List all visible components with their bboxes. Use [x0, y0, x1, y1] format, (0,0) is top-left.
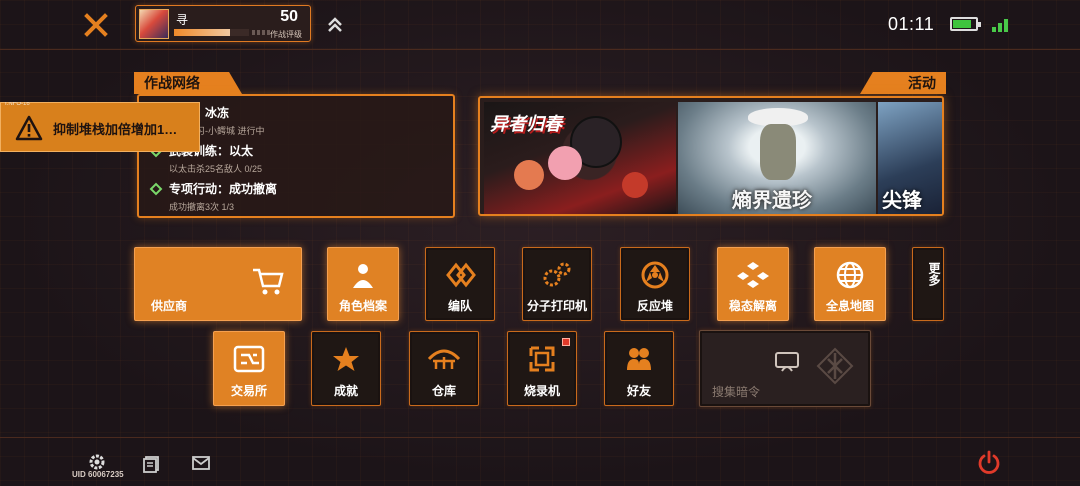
- friends-button[interactable]: 好友: [604, 331, 674, 406]
- formation-icon: [443, 258, 477, 292]
- gear-icon[interactable]: [88, 453, 106, 471]
- gears-icon: [540, 258, 574, 292]
- character-art: [760, 124, 796, 180]
- burner-button[interactable]: 烧录机: [507, 331, 577, 406]
- friends-label: 好友: [626, 384, 651, 398]
- molecular-printer-button[interactable]: 分子打印机: [522, 247, 592, 321]
- user-id: UID 60067235: [72, 470, 124, 479]
- signal-icon: [992, 16, 1010, 32]
- task-icon: [149, 182, 163, 196]
- formation-button[interactable]: 编队: [425, 247, 495, 321]
- more-label: 更多: [927, 262, 941, 286]
- event-banner[interactable]: 熵界遗珍: [678, 102, 876, 214]
- task-title: 专项行动：成功撤离: [169, 182, 278, 196]
- notes-icon[interactable]: [142, 455, 160, 473]
- molecular-printer-label: 分子打印机: [526, 299, 587, 313]
- battery-icon: [950, 17, 981, 31]
- exchange-icon: [232, 342, 266, 376]
- warehouse-button[interactable]: 仓库: [409, 331, 479, 406]
- metastable-dissociation-button[interactable]: 稳态解离: [717, 247, 789, 321]
- warehouse-label: 仓库: [431, 384, 456, 398]
- chevron-up-icon[interactable]: [326, 16, 344, 34]
- close-icon[interactable]: [80, 10, 112, 40]
- event-banner[interactable]: 尖锋: [878, 102, 942, 214]
- combat-progress-bar: [174, 29, 249, 36]
- mail-icon[interactable]: [192, 455, 210, 473]
- search-cipher-label: 搜集暗令: [712, 385, 761, 399]
- section-title-activity: 活动: [860, 72, 946, 94]
- achievements-button[interactable]: 成就: [311, 331, 381, 406]
- cipher-logo-icon: [816, 347, 854, 385]
- friends-icon: [622, 342, 656, 376]
- holo-map-label: 全息地图: [825, 299, 874, 313]
- top-divider: [0, 49, 1080, 50]
- alert-toast[interactable]: I.NFO-16 抑制堆栈加倍增加1…: [0, 102, 200, 152]
- notification-badge: [562, 338, 570, 346]
- banner-title: 熵界遗珍: [732, 190, 812, 212]
- combat-score: 50: [280, 8, 298, 25]
- metastable-dissociation-label: 稳态解离: [728, 299, 777, 313]
- combat-rating-label: 作战评级: [270, 30, 302, 39]
- exchange-label: 交易所: [230, 384, 267, 398]
- more-button[interactable]: 更多: [912, 247, 944, 321]
- clock: 01:11: [888, 14, 935, 34]
- section-title-combat-network: 作战网络: [134, 72, 242, 94]
- burner-label: 烧录机: [523, 384, 560, 398]
- globe-icon: [833, 258, 867, 292]
- warning-icon: [15, 115, 43, 141]
- alert-message: 抑制堆栈加倍增加1…: [53, 122, 178, 137]
- cast-icon: [770, 345, 804, 379]
- task-item[interactable]: 专项行动：成功撤离 成功撤离3次 1/3: [149, 180, 277, 213]
- character-pin-icon: [346, 258, 380, 292]
- character-art: [622, 172, 648, 198]
- task-subtitle: 成功撤离3次 1/3: [169, 202, 235, 212]
- character-files-button[interactable]: 角色档案: [327, 247, 399, 321]
- power-icon[interactable]: [977, 450, 1001, 474]
- bottom-divider: [0, 437, 1080, 438]
- star-flame-icon: [329, 342, 363, 376]
- formation-label: 编队: [447, 299, 472, 313]
- progress-dots: [252, 30, 272, 35]
- achievements-label: 成就: [333, 384, 358, 398]
- avatar[interactable]: [139, 9, 169, 39]
- alert-tag: I.NFO-16: [5, 101, 30, 107]
- task-subtitle: 以太击杀25名敌人 0/25: [169, 164, 263, 174]
- player-profile-card[interactable]: 寻 50 作战评级: [135, 5, 311, 42]
- event-banner[interactable]: 异者归春: [484, 102, 676, 214]
- supplier-button[interactable]: 供应商: [134, 247, 302, 321]
- reactor-button[interactable]: 反应堆: [620, 247, 690, 321]
- character-art: [548, 146, 582, 180]
- banner-title: 尖锋: [882, 190, 922, 212]
- radiation-icon: [638, 258, 672, 292]
- warehouse-icon: [427, 342, 461, 376]
- banner-title: 异者归春: [490, 114, 562, 134]
- cart-icon: [251, 264, 285, 298]
- search-cipher-button[interactable]: 搜集暗令: [699, 330, 871, 407]
- player-name: 寻: [176, 13, 189, 27]
- character-art: [514, 160, 544, 190]
- burner-chip-icon: [525, 342, 559, 376]
- cube-cluster-icon: [736, 258, 770, 292]
- reactor-label: 反应堆: [636, 299, 673, 313]
- holo-map-button[interactable]: 全息地图: [814, 247, 886, 321]
- supplier-label: 供应商: [151, 299, 188, 313]
- exchange-button[interactable]: 交易所: [213, 331, 285, 406]
- activity-banner-carousel[interactable]: 异者归春 熵界遗珍 尖锋: [478, 96, 944, 216]
- character-files-label: 角色档案: [338, 299, 387, 313]
